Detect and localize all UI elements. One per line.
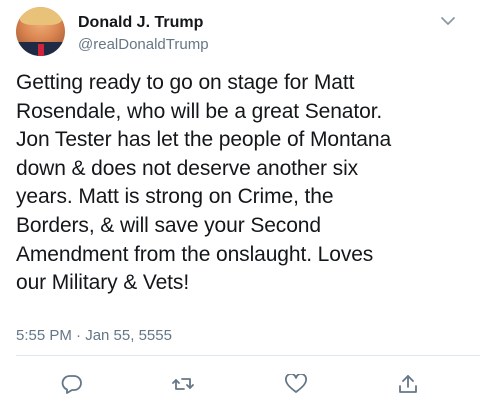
- retweet-icon: [172, 378, 194, 390]
- display-name[interactable]: Donald J. Trump: [78, 14, 203, 32]
- like-button[interactable]: [285, 374, 307, 394]
- reply-icon: [61, 375, 82, 394]
- retweet-button[interactable]: [172, 374, 194, 394]
- avatar-tie: [38, 44, 44, 56]
- avatar-hair: [20, 7, 62, 25]
- like-icon: [285, 374, 307, 393]
- user-handle[interactable]: @realDonaldTrump: [78, 36, 209, 53]
- share-button[interactable]: [397, 374, 419, 394]
- reply-button[interactable]: [61, 374, 83, 394]
- share-icon: [399, 375, 417, 393]
- tweet-timestamp[interactable]: 5:55 PM · Jan 55, 5555: [16, 327, 172, 344]
- avatar[interactable]: [16, 7, 65, 56]
- divider: [16, 355, 480, 356]
- chevron-down-icon[interactable]: [440, 14, 456, 26]
- tweet-text: Getting ready to go on stage for Matt Ro…: [16, 71, 392, 295]
- tweet-card: Donald J. Trump @realDonaldTrump Getting…: [0, 0, 480, 410]
